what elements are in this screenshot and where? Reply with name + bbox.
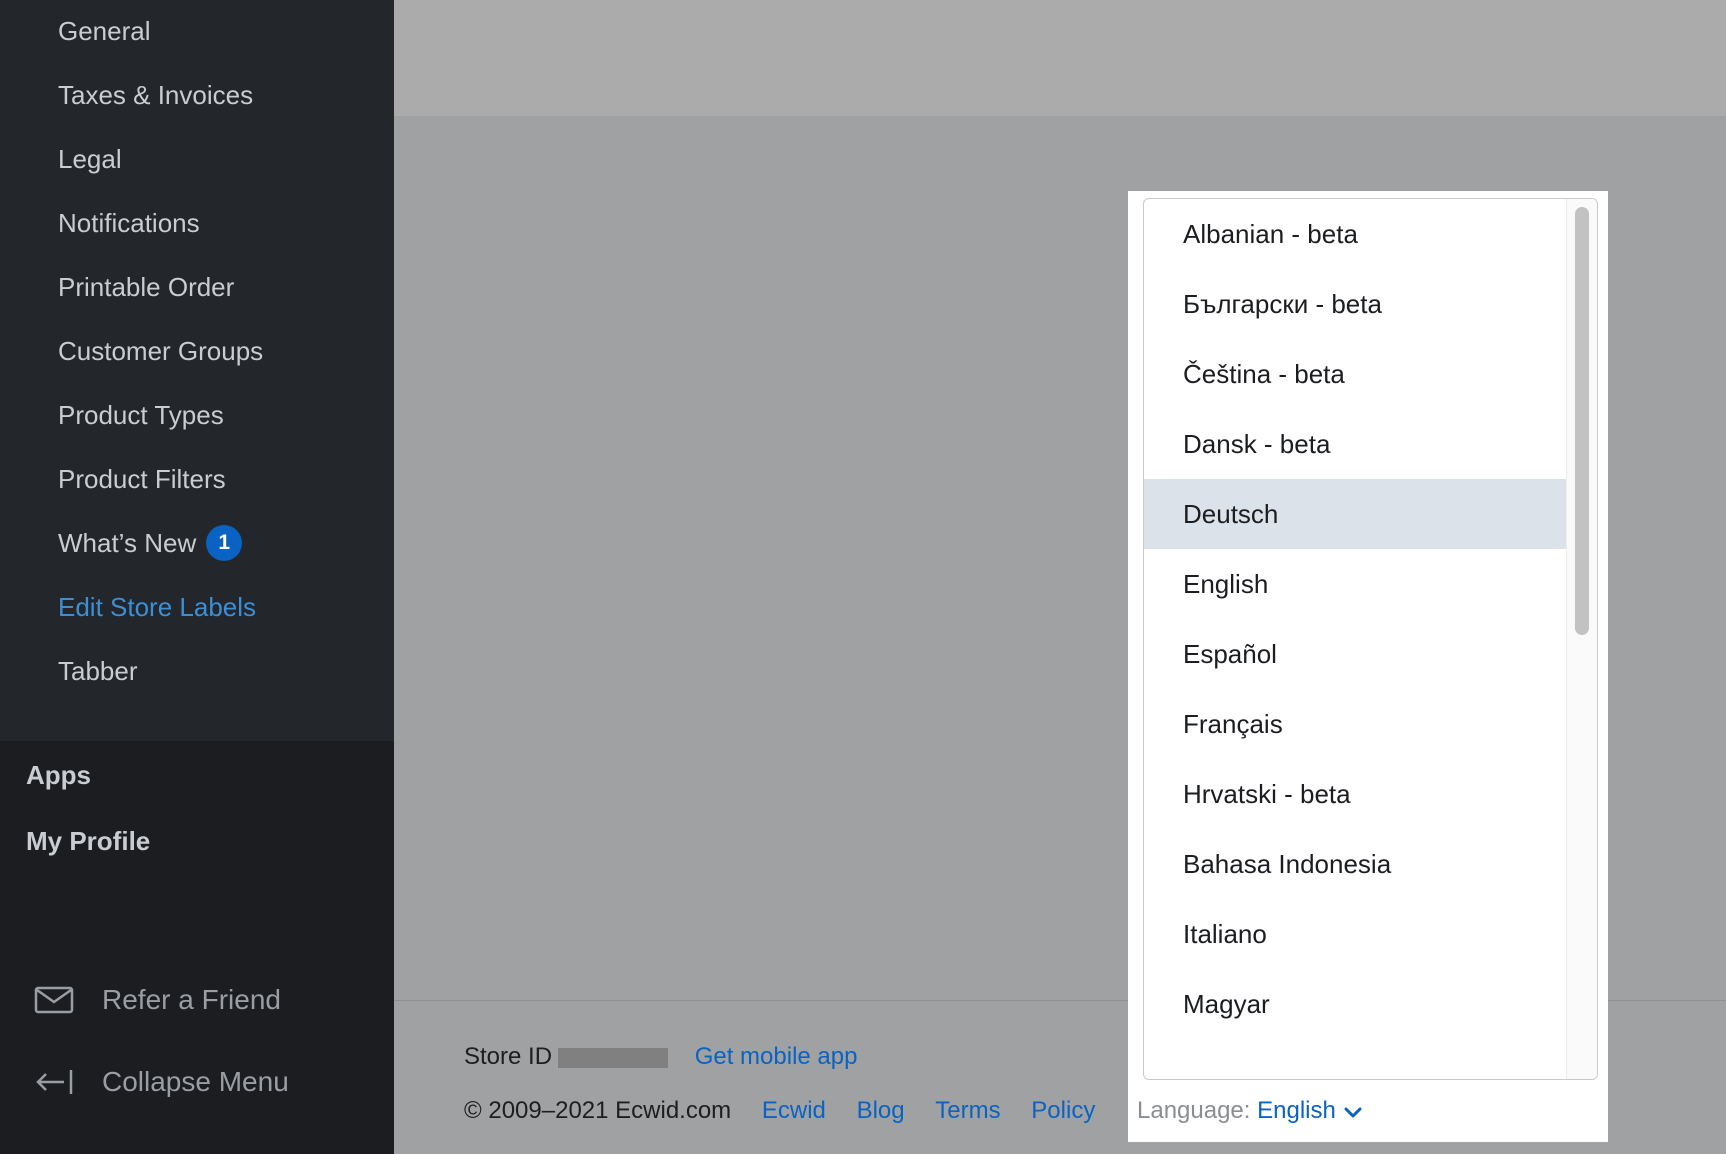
collapse-menu-button[interactable]: Collapse Menu: [34, 1060, 289, 1104]
settings-submenu: General Taxes & Invoices Legal Notificat…: [0, 0, 394, 741]
chevron-down-icon: [1344, 1092, 1362, 1132]
footer-link-policy[interactable]: Policy: [1031, 1097, 1095, 1124]
refer-a-friend-button[interactable]: Refer a Friend: [34, 978, 281, 1022]
collapse-arrow-icon: [34, 1067, 74, 1097]
sidebar-item-notifications[interactable]: Notifications: [58, 203, 200, 243]
store-id-label: Store ID: [464, 1043, 553, 1070]
footer-store-row: Store ID Get mobile app: [464, 1037, 857, 1077]
footer-links-row: © 2009–2021 Ecwid.com Ecwid Blog Terms P…: [464, 1091, 1095, 1131]
language-option-danish[interactable]: Dansk - beta: [1144, 409, 1567, 479]
footer-link-ecwid[interactable]: Ecwid: [762, 1097, 826, 1124]
language-option-french[interactable]: Français: [1144, 689, 1567, 759]
language-option-italian[interactable]: Italiano: [1144, 899, 1567, 969]
language-prefix-label: Language:: [1137, 1097, 1251, 1124]
language-option-bulgarian[interactable]: Български - beta: [1144, 269, 1567, 339]
notification-badge: 1: [206, 525, 243, 562]
language-option-croatian[interactable]: Hrvatski - beta: [1144, 759, 1567, 829]
language-option-spanish[interactable]: Español: [1144, 619, 1567, 689]
sidebar-item-printable-order[interactable]: Printable Order: [58, 267, 234, 307]
sidebar-item-whats-new[interactable]: What’s New 1: [58, 523, 243, 563]
language-current-value: English: [1257, 1097, 1336, 1124]
sidebar-item-general[interactable]: General: [58, 11, 151, 51]
sidebar-section-my-profile[interactable]: My Profile: [26, 821, 150, 861]
sidebar-item-product-filters[interactable]: Product Filters: [58, 459, 226, 499]
store-id-redacted: [558, 1047, 669, 1068]
copyright-text: © 2009–2021 Ecwid.com: [464, 1097, 732, 1124]
language-options-list[interactable]: Albanian - beta Български - beta Čeština…: [1143, 198, 1598, 1080]
collapse-menu-label: Collapse Menu: [102, 1066, 289, 1097]
footer-link-terms[interactable]: Terms: [935, 1097, 1000, 1124]
language-option-albanian[interactable]: Albanian - beta: [1144, 199, 1567, 269]
sidebar-item-tabber[interactable]: Tabber: [58, 651, 138, 691]
sidebar-item-label: What’s New: [58, 528, 197, 558]
scrollbar-thumb[interactable]: [1575, 207, 1589, 635]
sidebar-item-edit-store-labels[interactable]: Edit Store Labels: [58, 587, 256, 627]
sidebar-section-apps[interactable]: Apps: [26, 755, 91, 795]
page-header-area: [394, 0, 1726, 116]
language-list-scrollbar[interactable]: [1566, 199, 1597, 1079]
language-option-english[interactable]: English: [1144, 549, 1567, 619]
sidebar-item-customer-groups[interactable]: Customer Groups: [58, 331, 263, 371]
refer-a-friend-label: Refer a Friend: [102, 984, 281, 1015]
sidebar-item-taxes-invoices[interactable]: Taxes & Invoices: [58, 75, 253, 115]
language-option-indonesian[interactable]: Bahasa Indonesia: [1144, 829, 1567, 899]
language-option-german[interactable]: Deutsch: [1144, 479, 1567, 549]
sidebar: General Taxes & Invoices Legal Notificat…: [0, 0, 394, 1154]
sidebar-item-legal[interactable]: Legal: [58, 139, 122, 179]
envelope-icon: [34, 985, 74, 1015]
footer-link-blog[interactable]: Blog: [857, 1097, 905, 1124]
sidebar-item-product-types[interactable]: Product Types: [58, 395, 224, 435]
language-option-czech[interactable]: Čeština - beta: [1144, 339, 1567, 409]
language-option-hungarian[interactable]: Magyar: [1144, 969, 1567, 1039]
language-selector[interactable]: Language: English: [1137, 1091, 1362, 1131]
get-mobile-app-link[interactable]: Get mobile app: [695, 1043, 858, 1070]
